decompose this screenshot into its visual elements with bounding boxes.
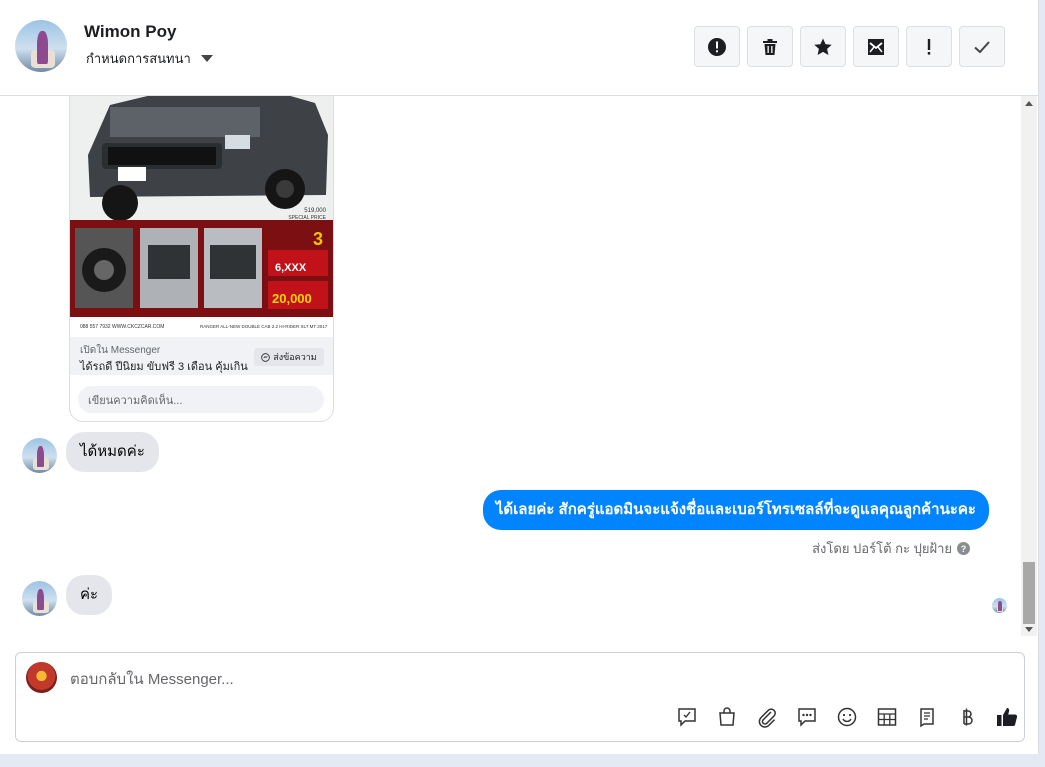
contact-avatar[interactable]	[15, 20, 67, 72]
alert-button[interactable]	[694, 26, 740, 67]
star-button[interactable]	[800, 26, 846, 67]
ad-meta: เปิดใน Messenger ได้รถดี ปีนิยม ขับฟรี 3…	[70, 337, 333, 375]
message-thread: 519,000 SPECIAL PRICE 3 6,XXX 20,000 088…	[0, 96, 1020, 636]
incoming-message: ค่ะ	[66, 575, 113, 615]
payment-button[interactable]	[952, 704, 982, 730]
notes-icon	[920, 708, 934, 728]
caret-down-icon	[200, 55, 213, 62]
emoji-icon	[837, 707, 857, 727]
svg-text:6,XXX: 6,XXX	[275, 262, 307, 274]
quick-reply-icon	[678, 708, 696, 727]
scroll-up-arrow-icon[interactable]	[1025, 101, 1033, 106]
composer-toolbar	[672, 704, 1022, 730]
svg-text:RANGER ALL-NEW DOUBLE CAB 2.2: RANGER ALL-NEW DOUBLE CAB 2.2 HI-RIDER X…	[200, 324, 328, 329]
messenger-icon	[261, 352, 271, 362]
spam-button[interactable]	[906, 26, 952, 67]
ad-title: ได้รถดี ปีนิยม ขับฟรี 3 เดือน คุ้มเกิน	[80, 361, 248, 373]
check-icon	[974, 40, 990, 53]
scroll-thumb[interactable]	[1023, 562, 1035, 624]
ad-image: 519,000 SPECIAL PRICE 3 6,XXX 20,000 088…	[70, 96, 333, 337]
header-actions	[694, 26, 1005, 67]
trash-icon	[763, 38, 777, 55]
mark-unread-button[interactable]	[853, 26, 899, 67]
help-icon[interactable]: ?	[957, 542, 970, 555]
sent-by-text: ส่งโดย ปอร์โต้ กะ ปุยฝ้าย	[812, 541, 952, 556]
outgoing-message: ได้เลยค่ะ สักครู่แอดมินจะแจ้งชื่อและเบอร…	[482, 490, 989, 530]
reply-composer	[15, 652, 1025, 742]
table-button[interactable]	[872, 704, 902, 730]
done-button[interactable]	[959, 26, 1005, 67]
incoming-message: ได้หมดค่ะ	[66, 432, 159, 472]
ad-preview-card[interactable]: 519,000 SPECIAL PRICE 3 6,XXX 20,000 088…	[69, 96, 334, 422]
sent-by-label: ส่งโดย ปอร์โต้ กะ ปุยฝ้าย ?	[812, 538, 970, 559]
comment-input[interactable]: เขียนความคิดเห็น...	[78, 386, 324, 413]
svg-text:088 557 7932 WWW.CKCZCAR.COM: 088 557 7932 WWW.CKCZCAR.COM	[80, 324, 164, 330]
svg-text:3: 3	[313, 229, 323, 249]
send-message-button[interactable]: ส่งข้อความ	[254, 348, 324, 366]
attach-button[interactable]	[752, 704, 782, 730]
like-button[interactable]	[992, 704, 1022, 730]
exclamation-icon	[927, 38, 931, 55]
table-icon	[877, 708, 897, 726]
saved-replies-button[interactable]	[792, 704, 822, 730]
contact-avatar-small	[22, 581, 57, 616]
quick-reply-button[interactable]	[672, 704, 702, 730]
conversation-header: Wimon Poy กำหนดการสนทนา	[0, 0, 1038, 96]
scroll-down-arrow-icon[interactable]	[1025, 627, 1033, 632]
inbox-conversation-panel: Wimon Poy กำหนดการสนทนา 519,000 SPECIAL …	[0, 0, 1039, 754]
seen-indicator-avatar	[992, 598, 1007, 613]
assign-conversation-dropdown[interactable]: กำหนดการสนทนา	[86, 48, 213, 69]
mark-unread-icon	[868, 38, 884, 55]
svg-text:20,000: 20,000	[272, 291, 312, 306]
thumbs-up-icon	[997, 708, 1018, 727]
shop-button[interactable]	[712, 704, 742, 730]
page-avatar	[26, 662, 57, 693]
thread-scrollbar[interactable]	[1021, 96, 1037, 636]
svg-text:SPECIAL PRICE: SPECIAL PRICE	[288, 215, 326, 221]
baht-icon	[963, 708, 973, 726]
reply-input[interactable]	[68, 667, 672, 691]
assign-label: กำหนดการสนทนา	[86, 51, 191, 66]
star-icon	[814, 38, 832, 55]
saved-reply-icon	[798, 708, 816, 727]
emoji-button[interactable]	[832, 704, 862, 730]
attachment-icon	[758, 708, 776, 728]
notes-button[interactable]	[912, 704, 942, 730]
alert-circle-icon	[708, 37, 726, 56]
contact-name[interactable]: Wimon Poy	[84, 22, 176, 42]
shop-bag-icon	[719, 707, 735, 726]
delete-button[interactable]	[747, 26, 793, 67]
ad-source: เปิดใน Messenger	[80, 345, 161, 356]
contact-avatar-small	[22, 438, 57, 473]
svg-text:519,000: 519,000	[304, 208, 326, 214]
send-message-label: ส่งข้อความ	[273, 352, 317, 362]
